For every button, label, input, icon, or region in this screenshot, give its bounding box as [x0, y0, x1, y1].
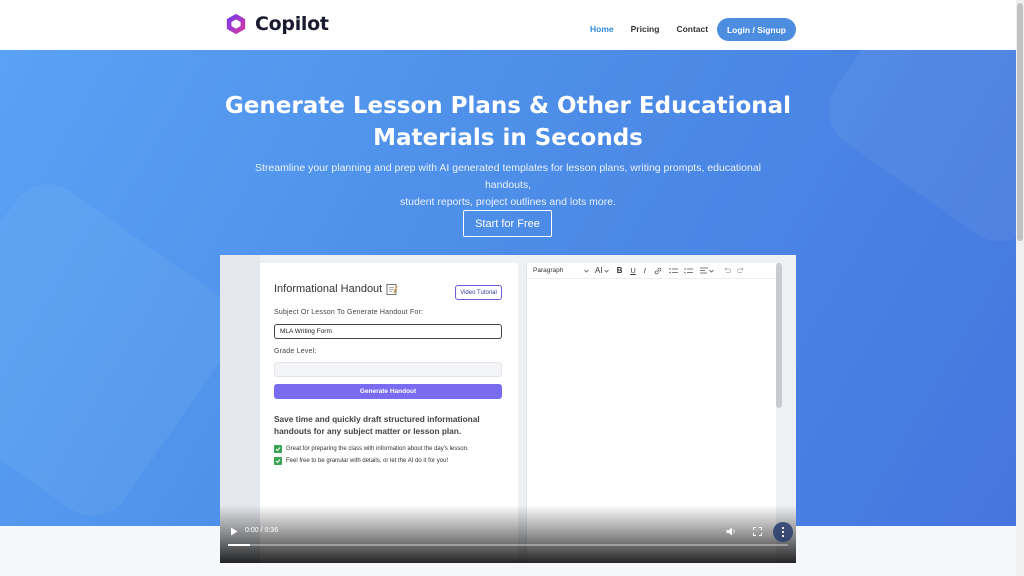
chevron-down-icon — [584, 269, 589, 273]
fullscreen-icon[interactable] — [753, 527, 762, 536]
start-free-button[interactable]: Start for Free — [463, 210, 552, 237]
video-time: 0:00 / 0:36 — [245, 527, 279, 534]
hero-subtitle-line1: Streamline your planning and prep with A… — [254, 162, 762, 191]
video-tutorial-button[interactable]: Video Tutorial — [455, 285, 502, 300]
more-icon[interactable] — [773, 522, 793, 542]
chevron-down-icon — [603, 269, 609, 273]
check-icon — [274, 457, 282, 465]
subject-input[interactable]: MLA Writing Form — [274, 324, 502, 339]
align-select[interactable] — [699, 267, 714, 274]
editor-scrollbar[interactable] — [776, 263, 782, 408]
undo-icon[interactable] — [723, 267, 731, 274]
align-icon — [699, 267, 708, 274]
nav-home[interactable]: Home — [590, 24, 614, 34]
form-title-text: Informational Handout — [274, 283, 383, 295]
demo-video[interactable]: Informational Handout Video Tutorial Sub… — [220, 255, 796, 563]
paragraph-select[interactable]: Paragraph — [533, 267, 589, 274]
underline-button[interactable]: U — [630, 266, 635, 275]
hero-decoration — [0, 168, 252, 526]
link-icon[interactable] — [654, 267, 662, 275]
copilot-logo-icon — [226, 13, 246, 35]
notepad-icon — [386, 284, 398, 295]
video-progress-fill — [228, 544, 251, 546]
page-scrollbar-thumb[interactable] — [1017, 3, 1023, 241]
subject-label: Subject Or Lesson To Generate Handout Fo… — [274, 309, 424, 316]
generate-handout-button[interactable]: Generate Handout — [274, 384, 502, 399]
feature-check-text: Feel free to be granular with details, o… — [286, 458, 449, 464]
numbered-list-icon[interactable] — [684, 267, 693, 275]
italic-button[interactable]: I — [644, 266, 646, 275]
hero-title-line2: Materials in Seconds — [373, 125, 643, 151]
chevron-down-icon — [709, 269, 714, 273]
paragraph-select-label: Paragraph — [533, 267, 564, 274]
grade-input[interactable] — [274, 362, 502, 377]
nav-pricing[interactable]: Pricing — [631, 24, 660, 34]
bullet-list-icon[interactable] — [669, 267, 678, 275]
nav-contact[interactable]: Contact — [676, 24, 708, 34]
feature-check-item: Feel free to be granular with details, o… — [274, 457, 448, 465]
redo-icon[interactable] — [736, 267, 745, 274]
font-size-select[interactable]: AI — [595, 266, 609, 275]
form-title: Informational Handout — [274, 283, 398, 295]
play-icon[interactable] — [230, 527, 238, 536]
hero-subtitle: Streamline your planning and prep with A… — [240, 160, 776, 211]
editor-toolbar: Paragraph AI B U I — [527, 263, 777, 279]
brand-name: Copilot — [255, 13, 329, 35]
site-header: Copilot Home Pricing Contact Login / Sig… — [0, 0, 1016, 50]
volume-icon[interactable] — [726, 527, 736, 536]
hero-title-line1: Generate Lesson Plans & Other Educationa… — [224, 93, 792, 119]
grade-label: Grade Level: — [274, 348, 317, 355]
bold-button[interactable]: B — [617, 266, 623, 275]
check-icon — [274, 445, 282, 453]
feature-check-text: Great for preparing the class with infor… — [286, 446, 469, 452]
page-scrollbar[interactable] — [1016, 0, 1024, 576]
video-progress-bar[interactable] — [228, 544, 788, 546]
feature-check-item: Great for preparing the class with infor… — [274, 445, 469, 453]
hero-title: Generate Lesson Plans & Other Educationa… — [0, 90, 1016, 154]
brand-logo[interactable]: Copilot — [225, 13, 329, 35]
video-controls: 0:00 / 0:36 — [220, 505, 796, 563]
login-signup-button[interactable]: Login / Signup — [717, 18, 796, 41]
font-size-label: AI — [595, 266, 603, 275]
form-description: Save time and quickly draft structured i… — [274, 414, 480, 436]
hero-subtitle-line2: student reports, project outlines and lo… — [400, 196, 616, 208]
